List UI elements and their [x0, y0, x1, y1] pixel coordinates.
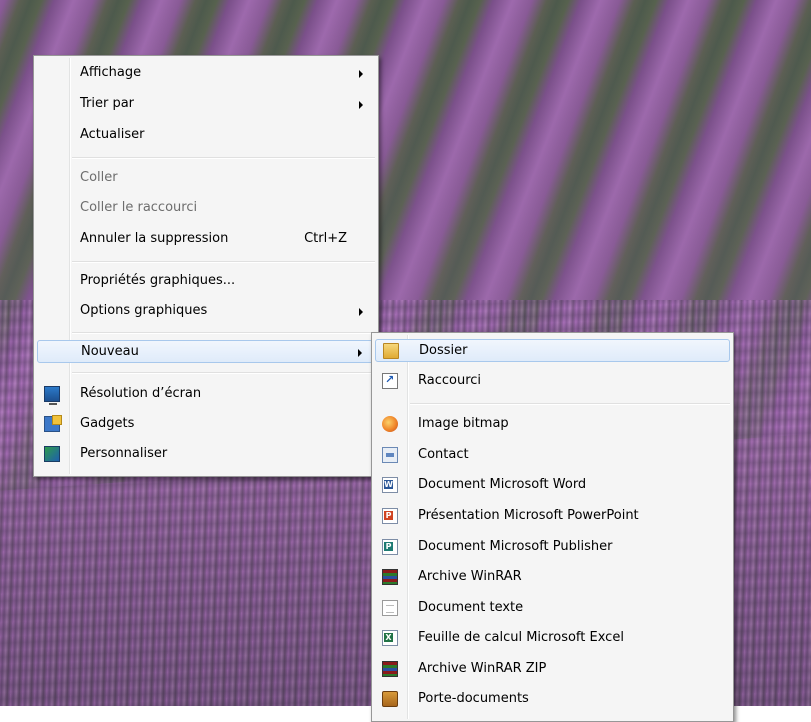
- menu-item-affichage[interactable]: Affichage: [37, 62, 375, 85]
- menu-item-label: Raccourci: [418, 373, 482, 388]
- menu-item-label: Document texte: [418, 600, 524, 615]
- submenu-arrow-icon: [359, 101, 363, 109]
- menu-item-label: Document Microsoft Word: [418, 477, 587, 492]
- personalize-icon: [44, 446, 60, 462]
- submenu-item-powerpoint[interactable]: P Présentation Microsoft PowerPoint: [375, 505, 730, 528]
- publisher-document-icon: P: [382, 539, 398, 555]
- menu-item-resolution-ecran[interactable]: Résolution d’écran: [37, 383, 375, 406]
- menu-item-label: Nouveau: [81, 344, 139, 359]
- menu-item-label: Propriétés graphiques...: [80, 273, 236, 288]
- menu-item-options-graphiques[interactable]: Options graphiques: [37, 300, 375, 323]
- briefcase-icon: [382, 691, 398, 707]
- menu-item-label: Archive WinRAR: [418, 569, 522, 584]
- word-document-icon: W: [382, 477, 398, 493]
- submenu-item-dossier[interactable]: Dossier: [375, 339, 730, 362]
- menu-item-coller-raccourci[interactable]: Coller le raccourci: [37, 197, 375, 220]
- submenu-item-winrar-zip[interactable]: Archive WinRAR ZIP: [375, 658, 730, 681]
- menu-item-proprietes-graphiques[interactable]: Propriétés graphiques...: [37, 270, 375, 293]
- submenu-item-raccourci[interactable]: Raccourci: [375, 370, 730, 393]
- menu-separator: [72, 372, 375, 374]
- submenu-arrow-icon: [359, 308, 363, 316]
- submenu-arrow-icon: [358, 349, 362, 357]
- winrar-archive-icon: [382, 569, 398, 585]
- powerpoint-document-icon: P: [382, 508, 398, 524]
- menu-separator: [72, 261, 375, 263]
- menu-item-personnaliser[interactable]: Personnaliser: [37, 443, 375, 466]
- menu-item-label: Contact: [418, 447, 469, 462]
- submenu-item-word[interactable]: W Document Microsoft Word: [375, 474, 730, 497]
- submenu-item-porte-documents[interactable]: Porte-documents: [375, 688, 730, 711]
- menu-item-gadgets[interactable]: Gadgets: [37, 413, 375, 436]
- folder-icon: [383, 343, 399, 359]
- menu-item-label: Trier par: [80, 96, 135, 111]
- submenu-item-publisher[interactable]: P Document Microsoft Publisher: [375, 536, 730, 559]
- menu-item-coller[interactable]: Coller: [37, 167, 375, 190]
- menu-item-label: Image bitmap: [418, 416, 509, 431]
- menu-item-label: Porte-documents: [418, 691, 529, 706]
- submenu-item-document-texte[interactable]: Document texte: [375, 597, 730, 620]
- menu-item-label: Coller le raccourci: [80, 200, 198, 215]
- menu-item-label: Feuille de calcul Microsoft Excel: [418, 630, 624, 645]
- menu-item-label: Personnaliser: [80, 446, 168, 461]
- menu-item-label: Options graphiques: [80, 303, 208, 318]
- winrar-zip-icon: [382, 661, 398, 677]
- menu-item-label: Coller: [80, 170, 118, 185]
- menu-item-label: Présentation Microsoft PowerPoint: [418, 508, 639, 523]
- menu-item-label: Résolution d’écran: [80, 386, 202, 401]
- bitmap-image-icon: [382, 416, 398, 432]
- shortcut-icon: [382, 373, 398, 389]
- menu-item-label: Gadgets: [80, 416, 135, 431]
- menu-separator: [72, 157, 375, 159]
- contact-icon: [382, 447, 398, 463]
- submenu-item-image-bitmap[interactable]: Image bitmap: [375, 413, 730, 436]
- menu-item-trier-par[interactable]: Trier par: [37, 93, 375, 116]
- menu-item-label: Annuler la suppression: [80, 231, 229, 246]
- desktop-context-menu: Affichage Trier par Actualiser Coller Co…: [33, 55, 379, 477]
- menu-separator: [410, 403, 730, 405]
- screen-resolution-icon: [44, 386, 60, 405]
- text-document-icon: [382, 600, 398, 616]
- submenu-item-winrar[interactable]: Archive WinRAR: [375, 566, 730, 589]
- menu-item-shortcut: Ctrl+Z: [304, 231, 347, 246]
- submenu-item-excel[interactable]: X Feuille de calcul Microsoft Excel: [375, 627, 730, 650]
- menu-item-actualiser[interactable]: Actualiser: [37, 124, 375, 147]
- submenu-arrow-icon: [359, 70, 363, 78]
- menu-item-label: Affichage: [80, 65, 142, 80]
- menu-item-label: Actualiser: [80, 127, 145, 142]
- submenu-item-contact[interactable]: Contact: [375, 444, 730, 467]
- menu-item-label: Archive WinRAR ZIP: [418, 661, 547, 676]
- excel-spreadsheet-icon: X: [382, 630, 398, 646]
- menu-item-label: Document Microsoft Publisher: [418, 539, 613, 554]
- menu-item-annuler-suppression[interactable]: Annuler la suppression Ctrl+Z: [37, 228, 375, 251]
- new-submenu: Dossier Raccourci Image bitmap Contact W…: [371, 332, 734, 722]
- menu-separator: [72, 332, 375, 334]
- gadgets-icon: [44, 415, 62, 432]
- menu-item-nouveau[interactable]: Nouveau: [37, 340, 375, 363]
- menu-item-label: Dossier: [419, 343, 468, 358]
